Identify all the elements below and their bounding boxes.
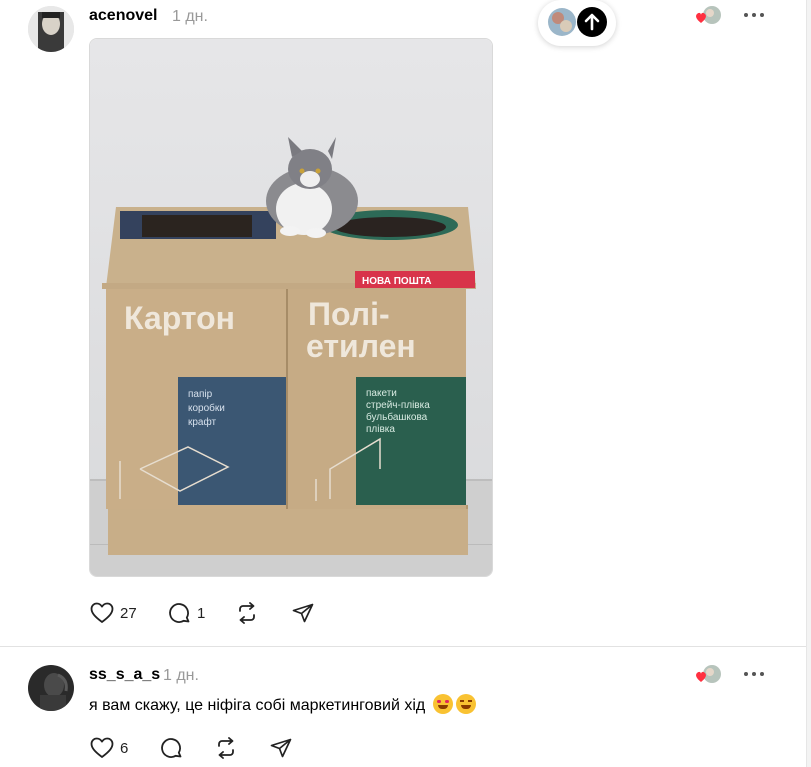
- heart-icon: [90, 602, 114, 623]
- comment-icon: [169, 603, 190, 623]
- comment-reply-button[interactable]: [160, 737, 183, 760]
- right-panel-line-2: стрейч-плівка: [366, 400, 430, 411]
- share-icon: [270, 738, 292, 758]
- comment-text: я вам скажу, це ніфіга собі маркетингови…: [89, 697, 426, 714]
- smiling-face-with-hearts-icon: [432, 694, 453, 714]
- right-panel-line-4: плівка: [366, 424, 395, 435]
- post-username[interactable]: acenovel: [89, 7, 157, 25]
- right-panel-line-3: бульбашкова: [366, 411, 428, 423]
- sign-left-text: Картон: [124, 300, 235, 336]
- sign-right-line2: етилен: [306, 328, 416, 364]
- repost-icon: [218, 737, 234, 759]
- post-author-avatar[interactable]: [28, 6, 74, 52]
- comment-like-count: 6: [120, 739, 129, 757]
- right-panel-line-1: пакети: [366, 388, 397, 399]
- brand-strip-text: НОВА ПОШТА: [362, 276, 431, 287]
- post-like-count: 27: [120, 604, 137, 622]
- post-time[interactable]: 1 дн.: [172, 8, 208, 26]
- comment-liked-by-badge[interactable]: [694, 664, 722, 686]
- comment-repost-button[interactable]: [214, 737, 238, 759]
- comment-text-row: я вам скажу, це ніфіга собі маркетингови…: [89, 694, 476, 715]
- left-panel-line-1: папір: [188, 389, 213, 400]
- post-like-button[interactable]: 27: [90, 602, 137, 624]
- comment-share-button[interactable]: [270, 738, 292, 758]
- comment-like-button[interactable]: 6: [90, 737, 128, 759]
- comment-author-avatar[interactable]: [28, 665, 74, 711]
- new-posts-pill[interactable]: [538, 0, 616, 46]
- thread-divider: [0, 646, 806, 647]
- heart-icon: [90, 737, 114, 758]
- comment-more-icon[interactable]: [744, 669, 766, 679]
- comment-time[interactable]: 1 дн.: [163, 667, 199, 685]
- left-panel-line-3: крафт: [188, 416, 217, 428]
- post-share-button[interactable]: [292, 603, 314, 623]
- post-image[interactable]: НОВА ПОШТА Картон Полі- етилен папір кор…: [89, 38, 493, 577]
- comment-icon: [161, 738, 182, 758]
- post-repost-button[interactable]: [235, 602, 259, 624]
- scrollbar-track[interactable]: [806, 0, 811, 767]
- share-icon: [292, 603, 314, 623]
- post-more-icon[interactable]: [744, 10, 766, 20]
- repost-icon: [239, 602, 255, 624]
- post-reply-button[interactable]: 1: [168, 602, 205, 625]
- rolling-on-the-floor-laughing-icon: [455, 694, 476, 714]
- left-panel-line-2: коробки: [188, 402, 225, 414]
- liked-by-badge[interactable]: [694, 5, 722, 27]
- arrow-up-icon[interactable]: [577, 7, 607, 37]
- sign-right-line1: Полі-: [308, 296, 390, 332]
- post-reply-count: 1: [197, 605, 206, 622]
- comment-username[interactable]: ss_s_a_s: [89, 666, 160, 684]
